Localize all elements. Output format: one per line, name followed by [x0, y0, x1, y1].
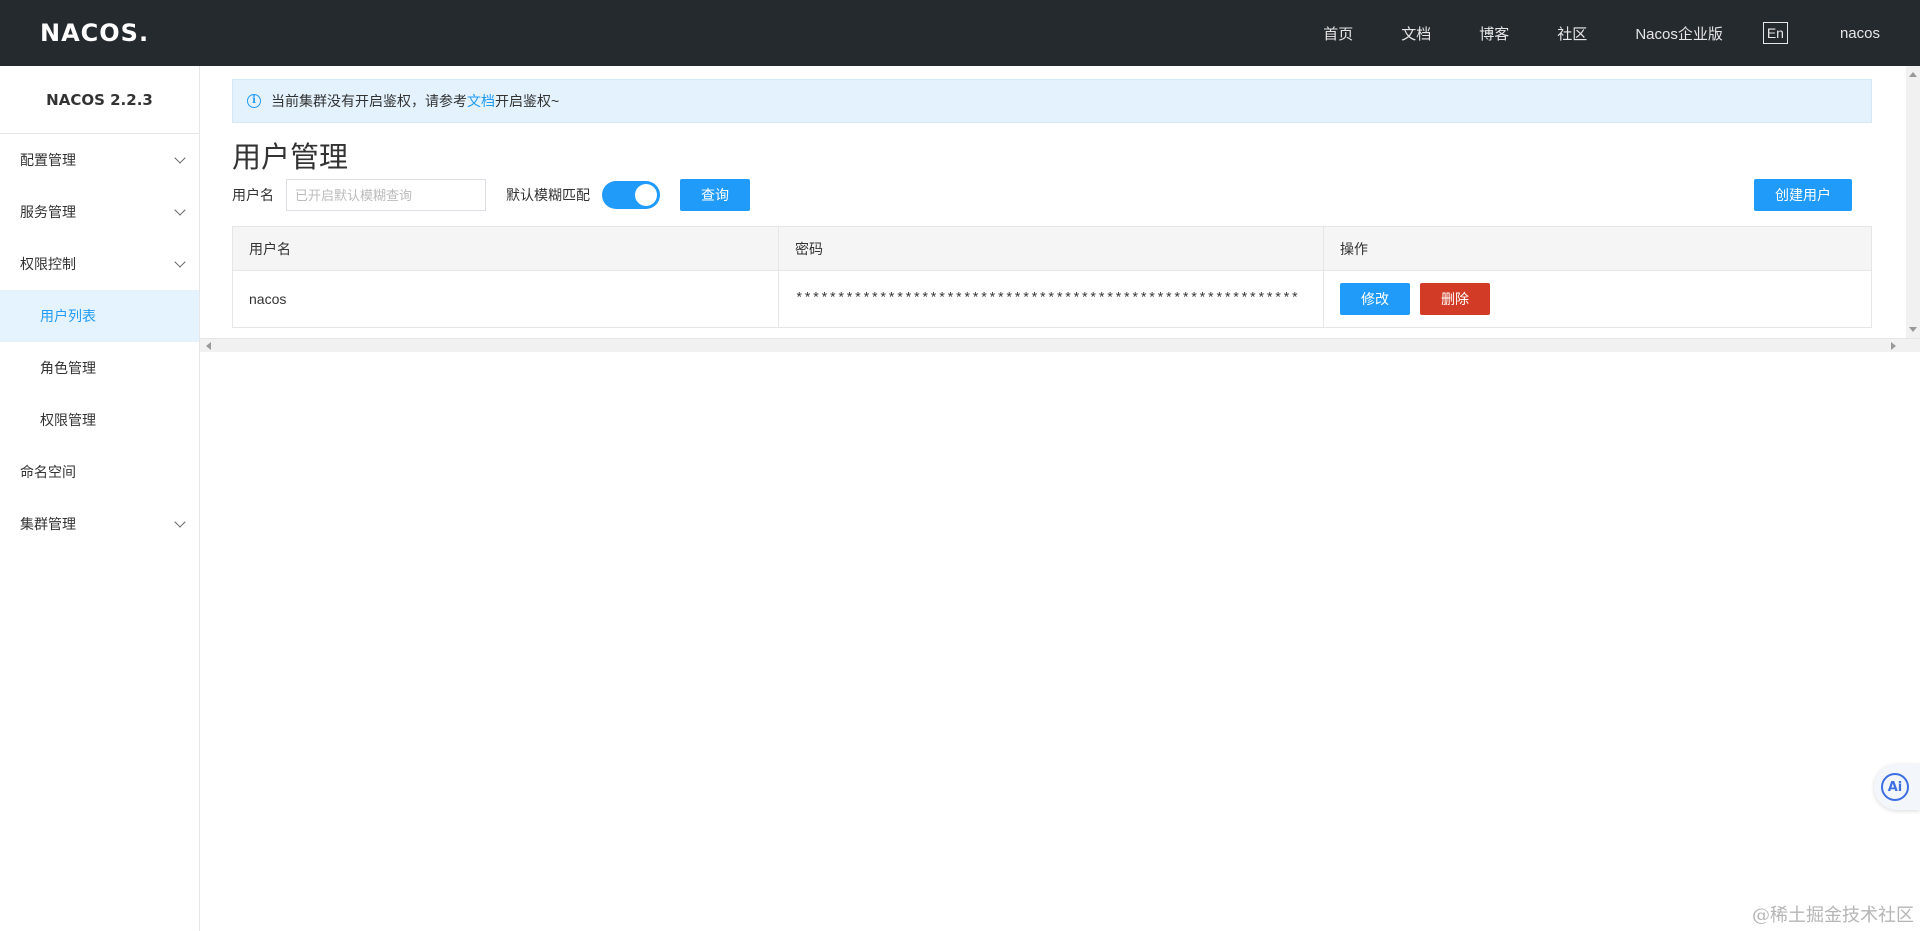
chevron-down-icon — [174, 516, 186, 528]
username-input[interactable] — [286, 179, 486, 211]
vertical-scrollbar[interactable] — [1906, 66, 1920, 338]
cell-username: nacos — [233, 271, 779, 327]
nav-blog[interactable]: 博客 — [1479, 23, 1509, 44]
header-password: 密码 — [779, 227, 1324, 270]
sidebar-item-label: 命名空间 — [20, 464, 76, 480]
horizontal-scrollbar[interactable] — [200, 338, 1920, 352]
page-title: 用户管理 — [232, 142, 349, 174]
nav-home[interactable]: 首页 — [1323, 23, 1353, 44]
sidebar-item-label: 配置管理 — [20, 152, 76, 168]
header-actions: 操作 — [1340, 240, 1368, 257]
create-user-button[interactable]: 创建用户 — [1754, 179, 1852, 211]
chevron-down-icon — [174, 152, 186, 164]
watermark: @稀土掘金技术社区 — [1752, 905, 1914, 926]
delete-button[interactable]: 删除 — [1420, 283, 1490, 315]
chevron-down-icon — [174, 256, 186, 268]
scroll-down-icon[interactable] — [1909, 327, 1917, 332]
nav-community[interactable]: 社区 — [1557, 23, 1587, 44]
fuzzy-match-label: 默认模糊匹配 — [506, 187, 590, 203]
info-icon: i — [247, 94, 261, 108]
username-label: 用户名 — [232, 187, 274, 203]
sidebar-item-label: 权限控制 — [20, 256, 76, 272]
notice-text-after: 开启鉴权~ — [495, 93, 560, 109]
sidebar-item-label: 用户列表 — [40, 308, 96, 324]
scroll-up-icon[interactable] — [1909, 72, 1917, 77]
top-header: NACOS. 首页 文档 博客 社区 Nacos企业版 En nacos — [0, 0, 1920, 66]
ai-icon: Ai — [1881, 773, 1909, 801]
scroll-left-icon[interactable] — [206, 342, 211, 350]
user-table: 用户名 密码 操作 nacos ************************… — [232, 226, 1872, 328]
table-header: 用户名 密码 操作 — [233, 227, 1871, 271]
sidebar-item-label: 服务管理 — [20, 204, 76, 220]
header-username: 用户名 — [233, 227, 779, 270]
table-row: nacos **********************************… — [233, 271, 1871, 327]
sidebar-item-user-list[interactable]: 用户列表 — [0, 290, 199, 342]
language-switch[interactable]: En — [1762, 22, 1788, 44]
version-label: NACOS 2.2.3 — [0, 66, 199, 134]
nacos-logo[interactable]: NACOS. — [40, 19, 149, 47]
user-menu[interactable]: nacos — [1840, 25, 1880, 42]
cell-actions: 修改 删除 — [1324, 271, 1871, 327]
cell-password: ****************************************… — [779, 271, 1324, 327]
edit-button[interactable]: 修改 — [1340, 283, 1410, 315]
auth-notice: i 当前集群没有开启鉴权，请参考 文档 开启鉴权~ — [232, 79, 1872, 123]
sidebar: NACOS 2.2.3 配置管理 服务管理 权限控制 用户列表 角色管理 权限管… — [0, 66, 200, 931]
chevron-down-icon — [174, 204, 186, 216]
sidebar-item-auth[interactable]: 权限控制 — [0, 238, 199, 290]
scroll-right-icon[interactable] — [1891, 342, 1896, 350]
notice-text-before: 当前集群没有开启鉴权，请参考 — [271, 93, 467, 109]
sidebar-item-role[interactable]: 角色管理 — [0, 342, 199, 394]
docs-link[interactable]: 文档 — [467, 91, 495, 111]
fuzzy-match-toggle[interactable] — [602, 181, 660, 209]
sidebar-item-config[interactable]: 配置管理 — [0, 134, 199, 186]
nav-docs[interactable]: 文档 — [1401, 23, 1431, 44]
sidebar-item-permission[interactable]: 权限管理 — [0, 394, 199, 446]
sidebar-item-service[interactable]: 服务管理 — [0, 186, 199, 238]
main-content: i 当前集群没有开启鉴权，请参考文档开启鉴权~ 用户管理 用户名 默认模糊匹配 … — [200, 66, 1920, 931]
sidebar-item-label: 权限管理 — [40, 412, 96, 428]
nav-enterprise[interactable]: Nacos企业版 — [1635, 23, 1723, 44]
sidebar-item-cluster[interactable]: 集群管理 — [0, 498, 199, 550]
query-button[interactable]: 查询 — [680, 179, 750, 211]
sidebar-item-namespace[interactable]: 命名空间 — [0, 446, 199, 498]
sidebar-item-label: 集群管理 — [20, 516, 76, 532]
top-nav: 首页 文档 博客 社区 Nacos企业版 En nacos — [1275, 0, 1880, 66]
filter-bar: 用户名 默认模糊匹配 查询 创建用户 — [232, 178, 1852, 212]
sidebar-item-label: 角色管理 — [40, 360, 96, 376]
ai-assistant-button[interactable]: Ai — [1874, 764, 1920, 810]
toggle-knob — [635, 184, 657, 206]
